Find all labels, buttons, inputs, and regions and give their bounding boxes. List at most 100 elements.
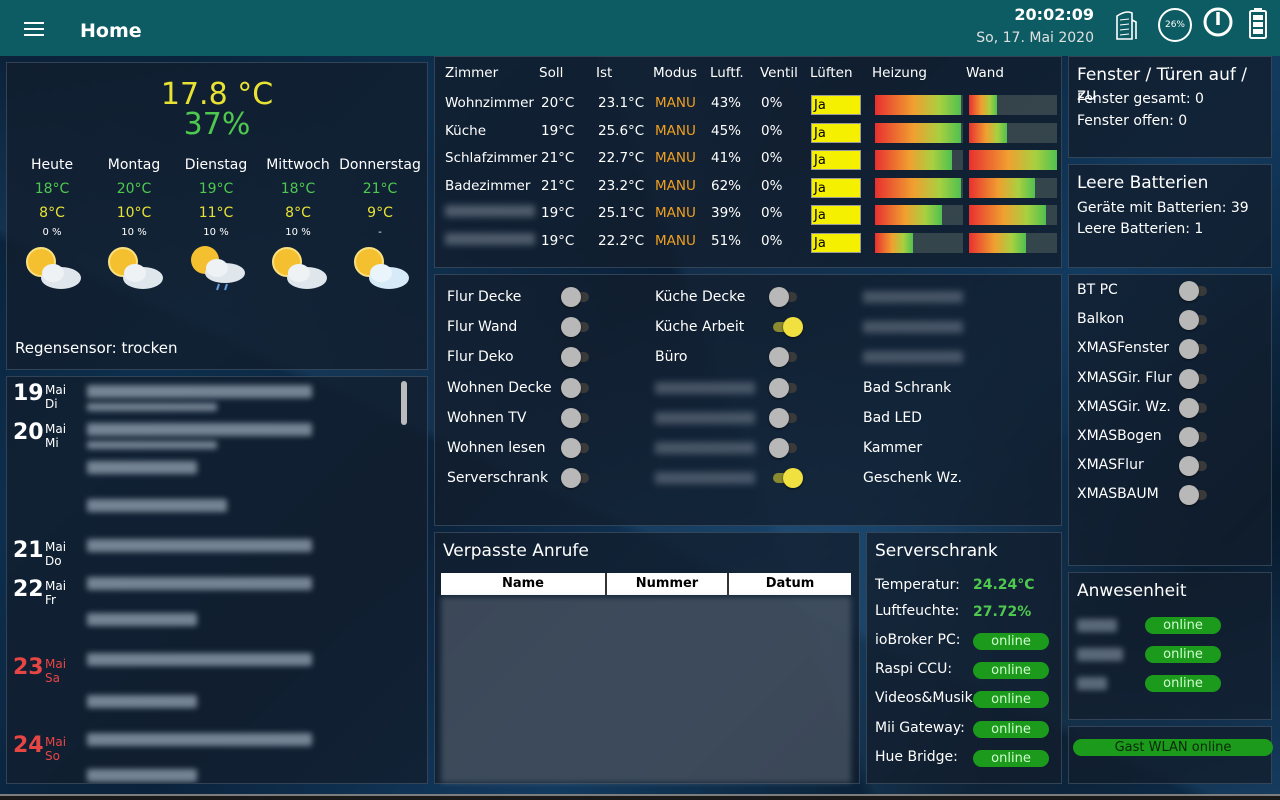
calendar-entry[interactable] xyxy=(87,769,197,782)
socket-toggle[interactable] xyxy=(1179,310,1211,331)
light-toggle[interactable] xyxy=(769,377,801,398)
forecast-high: 18°C xyxy=(34,181,70,197)
server-hum-value: 27.72% xyxy=(973,604,1032,620)
guest-wlan-status[interactable]: Gast WLAN online xyxy=(1073,739,1273,756)
forecast-day: Dienstag 19°C 11°C 10 % xyxy=(175,157,257,296)
socket-toggle[interactable] xyxy=(1179,427,1211,447)
heating-mode: MANU xyxy=(655,122,696,139)
vent-indicator[interactable]: Ja xyxy=(811,95,861,115)
calendar-entry[interactable] xyxy=(87,577,312,590)
calendar-entry[interactable] xyxy=(87,499,227,512)
forecast-day-name: Mittwoch xyxy=(266,157,330,173)
calendar-entry[interactable] xyxy=(87,461,197,474)
switches-panel: Flur Decke Flur Wand Flur Deko Wohnen Decke… xyxy=(434,274,1062,526)
wall-bar-fill xyxy=(969,205,1046,225)
vent-indicator[interactable]: Ja xyxy=(811,205,861,225)
heating-ist: 25.6°C xyxy=(598,122,645,139)
wall-bar xyxy=(969,205,1057,225)
light-toggle[interactable] xyxy=(561,438,593,458)
calendar-day-number: 21 xyxy=(13,538,44,563)
switch-label xyxy=(655,381,755,394)
page-title: Home xyxy=(80,20,142,42)
heating-panel: Zimmer Soll Ist Modus Luftf. Ventil Lüft… xyxy=(434,56,1062,268)
forecast-rain: 10 % xyxy=(121,227,147,238)
calendar-entry-detail xyxy=(87,403,217,411)
heating-table: Zimmer Soll Ist Modus Luftf. Ventil Lüft… xyxy=(445,61,1060,85)
socket-label: XMASFenster xyxy=(1077,340,1170,357)
menu-icon[interactable] xyxy=(24,18,48,38)
calendar-weekday: Fr xyxy=(45,593,56,607)
heating-ist: 22.2°C xyxy=(598,232,645,249)
batteries-empty: Leere Batterien: 1 xyxy=(1077,221,1204,237)
room-name xyxy=(445,205,535,217)
light-toggle[interactable] xyxy=(561,407,593,428)
socket-toggle[interactable] xyxy=(1179,339,1211,360)
light-toggle[interactable] xyxy=(561,287,593,307)
presence-status: online xyxy=(1145,646,1221,663)
heating-valve: 0% xyxy=(761,232,783,249)
light-toggle[interactable] xyxy=(769,347,801,368)
toggle-knob xyxy=(1179,339,1199,360)
wall-bar xyxy=(969,177,1057,198)
server-title: Serverschrank xyxy=(875,541,998,561)
battery-percent-badge: 26% xyxy=(1158,8,1192,42)
light-toggle[interactable] xyxy=(769,468,803,489)
clock-date: So, 17. Mai 2020 xyxy=(976,30,1094,46)
light-toggle[interactable] xyxy=(769,438,801,458)
vent-indicator[interactable]: Ja xyxy=(811,177,861,198)
heating-bar xyxy=(875,122,963,143)
toggle-knob xyxy=(769,438,789,458)
light-toggle[interactable] xyxy=(561,347,593,368)
server-temp-value: 24.24°C xyxy=(973,577,1035,593)
vent-indicator[interactable]: Ja xyxy=(811,150,861,170)
calendar-entry[interactable] xyxy=(87,653,312,666)
calendar-entry[interactable] xyxy=(87,695,197,708)
calendar-entry[interactable] xyxy=(87,613,197,626)
toggle-knob xyxy=(783,468,803,489)
sun-rain-icon xyxy=(191,246,245,291)
heating-ist: 25.1°C xyxy=(598,205,645,221)
bottom-scrollbar[interactable] xyxy=(0,794,1280,796)
light-toggle[interactable] xyxy=(769,317,803,338)
presence-status: online xyxy=(1145,617,1221,634)
column-header: Modus xyxy=(653,65,698,81)
light-toggle[interactable] xyxy=(769,407,801,428)
server-device-status: online xyxy=(973,662,1049,680)
light-toggle[interactable] xyxy=(561,377,593,398)
socket-toggle[interactable] xyxy=(1179,281,1211,301)
building-icon[interactable] xyxy=(1114,10,1138,40)
calendar-entry[interactable] xyxy=(87,423,312,436)
column-header: Name xyxy=(441,573,607,595)
heating-ist: 22.7°C xyxy=(598,150,645,166)
heating-bar-fill xyxy=(875,122,962,143)
calendar-panel[interactable]: 19 Mai Di 20 Mai Mi 21 Mai Do 22 Mai Fr 23 M… xyxy=(6,376,428,784)
calendar-entry[interactable] xyxy=(87,385,312,398)
clock-time: 20:02:09 xyxy=(1014,5,1094,24)
battery-icon[interactable] xyxy=(1248,7,1268,39)
socket-toggle[interactable] xyxy=(1179,456,1211,477)
vent-indicator[interactable]: Ja xyxy=(811,232,861,253)
socket-label: Balkon xyxy=(1077,311,1125,328)
socket-toggle[interactable] xyxy=(1179,485,1211,506)
toggle-knob xyxy=(561,407,581,428)
switch-label: Flur Deko xyxy=(447,349,514,366)
calendar-entry[interactable] xyxy=(87,539,312,552)
socket-label: BT PC xyxy=(1077,282,1118,298)
vent-indicator[interactable]: Ja xyxy=(811,122,861,143)
toggle-knob xyxy=(1179,368,1199,389)
switch-label xyxy=(863,351,963,364)
socket-toggle[interactable] xyxy=(1179,397,1211,418)
calendar-entry[interactable] xyxy=(87,733,312,746)
calendar-day-number: 19 xyxy=(13,381,44,406)
socket-toggle[interactable] xyxy=(1179,368,1211,389)
power-icon[interactable] xyxy=(1202,6,1234,38)
light-toggle[interactable] xyxy=(769,287,801,307)
calendar-weekday: Sa xyxy=(45,671,60,685)
light-toggle[interactable] xyxy=(561,468,593,489)
heating-valve: 0% xyxy=(761,177,783,194)
switch-label xyxy=(863,291,963,303)
missed-calls-list[interactable] xyxy=(441,597,851,783)
calendar-scrollbar[interactable] xyxy=(401,381,407,425)
calendar-month: Mai xyxy=(45,422,67,436)
light-toggle[interactable] xyxy=(561,317,593,338)
